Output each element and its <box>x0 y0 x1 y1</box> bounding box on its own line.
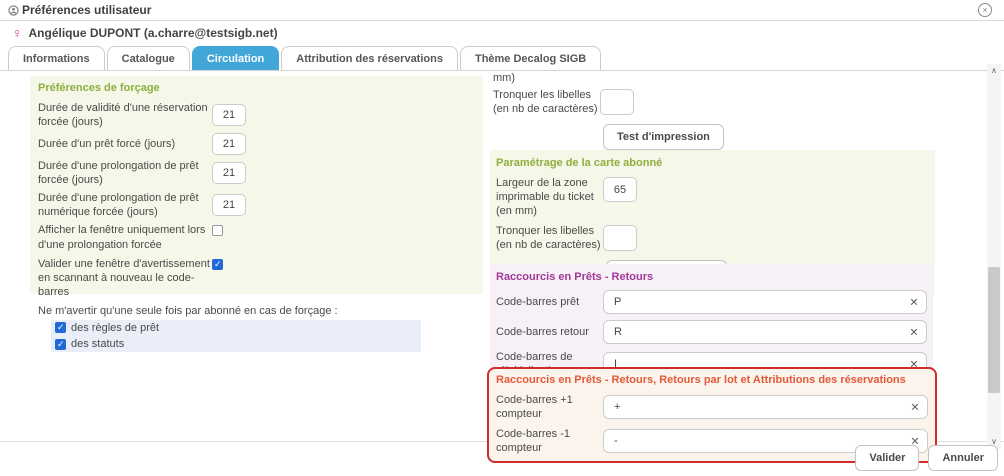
checkbox-row: Afficher la fenêtre uniquement lors d'un… <box>38 223 475 251</box>
preferences-icon <box>8 5 19 16</box>
field-row: Tronquer les libelles (en nb de caractèr… <box>493 88 933 116</box>
pret-force-duration-input[interactable] <box>212 133 246 155</box>
carte-abonne-title: Paramétrage de la carte abonné <box>496 157 929 169</box>
field-row: Durée d'une prolongation de prêt numériq… <box>38 191 475 219</box>
field-label: Largeur de la zone imprimable du ticket … <box>496 176 603 218</box>
field-row: Code-barres retour × <box>496 320 927 344</box>
tab-theme-decalog[interactable]: Thème Decalog SIGB <box>460 46 601 71</box>
field-label: Tronquer les libelles (en nb de caractèr… <box>493 88 600 116</box>
shortcuts-counter-title: Raccourcis en Prêts - Retours, Retours p… <box>496 374 928 386</box>
barcode-plus-one-input[interactable] <box>603 395 928 419</box>
reservation-forcee-duration-input[interactable] <box>212 104 246 126</box>
tab-bar: Informations Catalogue Circulation Attri… <box>8 46 1004 71</box>
scroll-up-icon[interactable]: ∧ <box>987 64 1001 78</box>
field-row: Tronquer les libelles (en nb de caractèr… <box>496 224 929 252</box>
field-label: Code-barres +1 compteur <box>496 393 603 421</box>
checkbox-label: Afficher la fenêtre uniquement lors d'un… <box>38 223 212 251</box>
validate-button[interactable]: Valider <box>855 445 919 471</box>
prolongation-forcee-duration-input[interactable] <box>212 162 246 184</box>
field-label: Code-barres -1 compteur <box>496 427 603 455</box>
checkbox-label: Valider une fenêtre d'avertissement en s… <box>38 257 212 299</box>
preferences-dialog: Préférences utilisateur × ♀ Angélique DU… <box>0 0 1004 476</box>
barcode-retour-input[interactable] <box>603 320 927 344</box>
field-label: Code-barres prêt <box>496 295 603 309</box>
field-row: Durée d'un prêt forcé (jours) <box>38 133 475 155</box>
checkbox-row: Valider une fenêtre d'avertissement en s… <box>38 257 475 299</box>
field-label: Durée de validité d'une réservation forc… <box>38 101 212 129</box>
cancel-button[interactable]: Annuler <box>928 445 998 471</box>
dialog-footer: Valider Annuler <box>855 445 998 471</box>
card-width-input[interactable] <box>603 177 637 202</box>
field-row: Largeur de la zone imprimable du ticket … <box>496 176 929 218</box>
forcage-section: Préférences de forçage Durée de validité… <box>30 76 483 294</box>
female-gender-icon: ♀ <box>12 25 23 41</box>
clear-icon[interactable]: × <box>910 324 918 338</box>
valider-fenetre-checkbox[interactable]: ✓ <box>212 259 223 270</box>
tab-attribution-reservations[interactable]: Attribution des réservations <box>281 46 458 71</box>
afficher-fenetre-checkbox[interactable]: ✓ <box>212 225 223 236</box>
field-row: Code-barres prêt × <box>496 290 927 314</box>
user-name: Angélique DUPONT (a.charre@testsigb.net) <box>29 26 278 40</box>
barcode-pret-input[interactable] <box>603 290 927 314</box>
scrollbar-thumb[interactable] <box>988 267 1000 393</box>
dialog-titlebar: Préférences utilisateur <box>0 0 1004 21</box>
clear-icon[interactable]: × <box>910 294 918 308</box>
clipped-label: mm) <box>493 71 933 85</box>
close-icon[interactable]: × <box>978 3 992 17</box>
vertical-scrollbar[interactable]: ∧ ∨ <box>987 64 1001 449</box>
clear-icon[interactable]: × <box>911 400 919 414</box>
warn-option-label: des règles de prêt <box>71 321 159 335</box>
field-label: Code-barres retour <box>496 325 603 339</box>
tab-content-circulation: Préférences de forçage Durée de validité… <box>0 71 1004 442</box>
warn-option-row: ✓ des statuts <box>51 336 421 352</box>
ticket-print-section-clipped: mm) Tronquer les libelles (en nb de cara… <box>493 71 933 154</box>
test-print-button[interactable]: Test d'impression <box>603 124 724 150</box>
field-row: Durée d'une prolongation de prêt forcée … <box>38 159 475 187</box>
tab-informations[interactable]: Informations <box>8 46 105 71</box>
shortcuts-loans-title: Raccourcis en Prêts - Retours <box>496 271 927 283</box>
field-row: Durée de validité d'une réservation forc… <box>38 101 475 129</box>
regles-pret-checkbox[interactable]: ✓ <box>55 322 66 333</box>
forcage-section-title: Préférences de forçage <box>38 82 475 94</box>
warn-option-row: ✓ des règles de prêt <box>51 320 421 336</box>
tab-circulation[interactable]: Circulation <box>192 46 279 71</box>
dialog-title: Préférences utilisateur <box>22 3 151 17</box>
field-label: Durée d'une prolongation de prêt forcée … <box>38 159 212 187</box>
warn-option-label: des statuts <box>71 337 124 351</box>
user-line: ♀ Angélique DUPONT (a.charre@testsigb.ne… <box>12 25 278 41</box>
field-row: Code-barres +1 compteur × <box>496 393 928 421</box>
ticket-truncate-input[interactable] <box>600 89 634 115</box>
statuts-checkbox[interactable]: ✓ <box>55 339 66 350</box>
warn-once-label: Ne m'avertir qu'une seule fois par abonn… <box>38 304 475 318</box>
field-label: Durée d'une prolongation de prêt numériq… <box>38 191 212 219</box>
field-label: Durée d'un prêt forcé (jours) <box>38 137 212 151</box>
tab-catalogue[interactable]: Catalogue <box>107 46 190 71</box>
prolongation-numerique-duration-input[interactable] <box>212 194 246 216</box>
card-truncate-input[interactable] <box>603 225 637 251</box>
field-label: Tronquer les libelles (en nb de caractèr… <box>496 224 603 252</box>
